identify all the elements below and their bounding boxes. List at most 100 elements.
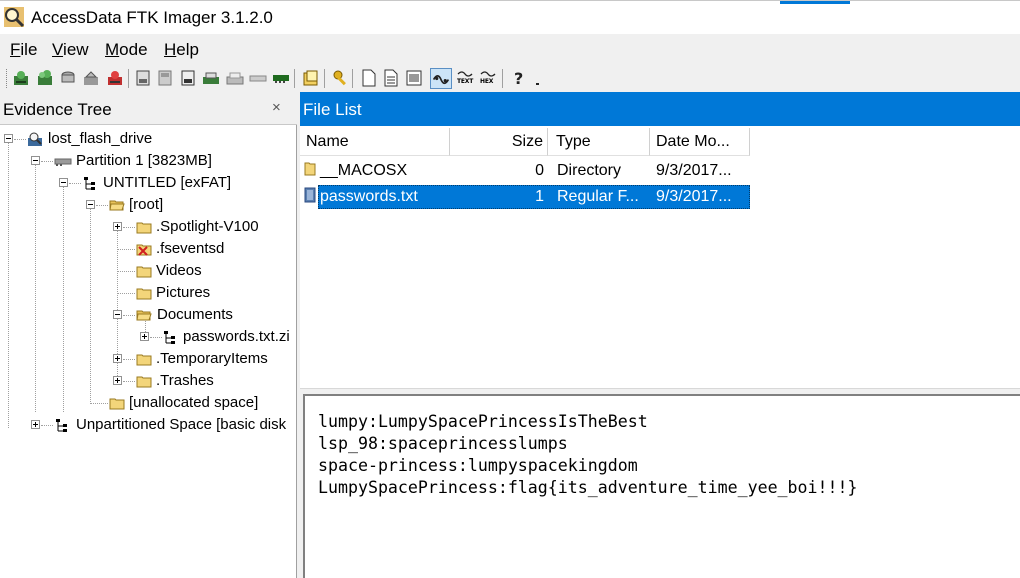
- deleted-folder-icon: [136, 244, 152, 256]
- file-icon: [304, 187, 316, 203]
- column-header-name[interactable]: Name: [300, 128, 450, 156]
- tree-node-documents[interactable]: Documents: [0, 304, 297, 326]
- detect-encryption-icon[interactable]: [249, 69, 267, 87]
- collapse-icon[interactable]: [4, 134, 13, 143]
- create-disk-image-icon[interactable]: [134, 69, 152, 87]
- tree-node-partition-1[interactable]: Partition 1 [3823MB]: [0, 150, 297, 172]
- tree-guide-line: [96, 205, 108, 206]
- tree-guide-line: [123, 359, 135, 360]
- column-header-date-modified[interactable]: Date Mo...: [650, 128, 750, 156]
- file-size: 0: [535, 162, 544, 179]
- export-files-icon[interactable]: [302, 69, 320, 87]
- folder-icon: [304, 162, 316, 176]
- expand-icon[interactable]: [113, 354, 122, 363]
- window-title: AccessData FTK Imager 3.1.2.0: [31, 8, 273, 27]
- tree-node-label: Unpartitioned Space [basic disk: [76, 416, 287, 433]
- tree-node-label: Pictures: [156, 284, 211, 301]
- add-evidence-icon[interactable]: [12, 69, 30, 87]
- folder-open-icon: [109, 200, 125, 211]
- capture-memory-icon[interactable]: [226, 69, 244, 87]
- menu-help[interactable]: Help: [164, 40, 199, 60]
- image-mounting-icon[interactable]: [59, 69, 77, 87]
- expand-icon[interactable]: [113, 376, 122, 385]
- tree-guide-line: [117, 271, 135, 272]
- collapse-icon[interactable]: [59, 178, 68, 187]
- tree-node-label: lost_flash_drive: [48, 130, 153, 147]
- tree-node-unallocated-space[interactable]: [unallocated space]: [0, 392, 297, 414]
- tree-node-untitled-exfat[interactable]: UNTITLED [exFAT]: [0, 172, 297, 194]
- tree-guide-line: [150, 337, 162, 338]
- view-file-icon[interactable]: [405, 69, 423, 87]
- menu-file[interactable]: File: [10, 40, 37, 60]
- collapse-icon[interactable]: [113, 310, 122, 319]
- tree-node-passwords-zip[interactable]: passwords.txt.zi: [0, 326, 297, 348]
- file-type: Regular F...: [557, 188, 639, 205]
- file-row-macosx[interactable]: __MACOSX 0 Directory 9/3/2017...: [304, 159, 750, 183]
- column-header-size[interactable]: Size: [450, 128, 548, 156]
- file-content-viewer[interactable]: lumpy:LumpySpacePrincessIsTheBest lsp_98…: [303, 394, 1020, 578]
- natural-view-button[interactable]: [430, 68, 452, 89]
- tree-guide-line: [123, 381, 135, 382]
- tree-node-temporary-items[interactable]: .TemporaryItems: [0, 348, 297, 370]
- remove-evidence-icon[interactable]: [82, 69, 100, 87]
- folder-icon: [136, 354, 152, 366]
- evidence-tree-pane: Evidence Tree × lost_flash_drive Partiti…: [0, 92, 297, 578]
- expand-icon[interactable]: [31, 420, 40, 429]
- tree-node-label: [root]: [129, 196, 164, 213]
- tree-node-label: [unallocated space]: [129, 394, 259, 411]
- collapse-icon[interactable]: [86, 200, 95, 209]
- tree-guide-line: [117, 249, 135, 250]
- tree-guide-line: [69, 183, 81, 184]
- tree-node-videos[interactable]: Videos: [0, 260, 297, 282]
- tree-node-label: .Trashes: [156, 372, 214, 389]
- close-icon[interactable]: ×: [272, 99, 281, 116]
- file-size: 1: [535, 188, 544, 205]
- file-name: passwords.txt: [320, 188, 418, 205]
- hex-view-button[interactable]: HEX: [479, 69, 497, 87]
- tree-guide-line: [123, 227, 135, 228]
- tree-node-pictures[interactable]: Pictures: [0, 282, 297, 304]
- expand-icon[interactable]: [113, 222, 122, 231]
- tree-node-fseventsd[interactable]: .fseventsd: [0, 238, 297, 260]
- export-disk-image-icon[interactable]: [156, 69, 174, 87]
- menu-bar: File View Mode Help: [0, 34, 1020, 66]
- tree-guide-line: [90, 403, 108, 404]
- tree-node-unpartitioned-space[interactable]: Unpartitioned Space [basic disk: [0, 414, 297, 436]
- tree-node-spotlight[interactable]: .Spotlight-V100: [0, 216, 297, 238]
- file-date: 9/3/2017...: [656, 188, 732, 205]
- show-file-icon[interactable]: [360, 69, 378, 87]
- verify-drive-icon[interactable]: [272, 69, 290, 87]
- viewer-line: LumpySpacePrincess:flag{its_adventure_ti…: [318, 478, 858, 497]
- tree-node-root[interactable]: [root]: [0, 194, 297, 216]
- tree-node-label: passwords.txt.zi: [183, 328, 290, 345]
- file-row-passwords-txt[interactable]: passwords.txt 1 Regular F... 9/3/2017...: [304, 185, 750, 209]
- text-view-button[interactable]: TEXT: [456, 69, 474, 87]
- toolbar-separator: [294, 69, 295, 88]
- file-list-body: Name Size Type Date Mo... __MACOSX 0 Dir…: [300, 126, 1020, 388]
- filesystem-icon: [84, 177, 95, 190]
- tree-guide-line: [123, 315, 135, 316]
- file-type: Directory: [557, 162, 622, 179]
- auto-view-icon[interactable]: [382, 69, 400, 87]
- menu-view[interactable]: View: [52, 40, 89, 60]
- add-all-evidence-icon[interactable]: [36, 69, 54, 87]
- magnifier-app-icon: [4, 7, 25, 28]
- evidence-tree-title: Evidence Tree: [3, 100, 112, 119]
- folder-icon: [109, 398, 125, 410]
- dropdown-icon[interactable]: [533, 74, 543, 86]
- obtain-protected-files-icon[interactable]: [202, 69, 220, 87]
- natural-view-icon: [432, 75, 450, 85]
- expand-icon[interactable]: [140, 332, 149, 341]
- menu-mode[interactable]: Mode: [105, 40, 148, 60]
- folder-icon: [136, 266, 152, 278]
- tree-node-trashes[interactable]: .Trashes: [0, 370, 297, 392]
- export-logical-image-icon[interactable]: [179, 69, 197, 87]
- remove-all-evidence-icon[interactable]: [106, 69, 124, 87]
- column-header-type[interactable]: Type: [548, 128, 650, 156]
- collapse-icon[interactable]: [31, 156, 40, 165]
- toolbar-grip[interactable]: [6, 69, 9, 88]
- help-icon[interactable]: ?: [510, 69, 528, 87]
- tree-node-lost-flash-drive[interactable]: lost_flash_drive: [0, 128, 297, 150]
- export-hash-list-icon[interactable]: [332, 69, 350, 87]
- partition-icon: [54, 158, 72, 166]
